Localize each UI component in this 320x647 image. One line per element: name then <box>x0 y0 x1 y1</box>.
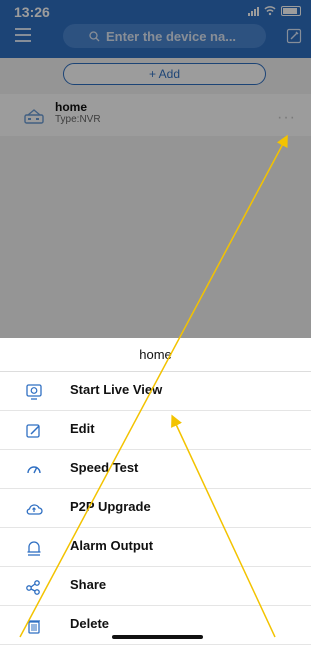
alarm-icon <box>27 541 41 556</box>
speed-test-label: Speed Test <box>70 460 139 475</box>
share-icon <box>26 580 40 595</box>
edit-label: Edit <box>70 421 95 436</box>
delete-label: Delete <box>70 616 110 631</box>
dim-overlay[interactable] <box>0 0 311 338</box>
start-live-view-label: Start Live View <box>70 382 163 397</box>
sheet-title: home <box>139 347 172 362</box>
p2p-upgrade-item[interactable]: P2P Upgrade <box>0 489 311 528</box>
monitor-icon <box>26 384 42 400</box>
speedometer-icon <box>27 466 41 474</box>
home-indicator <box>112 635 203 639</box>
speed-test-item[interactable]: Speed Test <box>0 450 311 489</box>
alarm-output-label: Alarm Output <box>70 538 154 553</box>
p2p-upgrade-label: P2P Upgrade <box>70 499 151 514</box>
share-item[interactable]: Share <box>0 567 311 606</box>
share-label: Share <box>70 577 107 592</box>
cloud-upgrade-icon <box>26 504 43 515</box>
edit-item[interactable]: Edit <box>0 411 311 450</box>
action-sheet: home Start Live View Edit Speed Test P2P… <box>0 338 311 647</box>
start-live-view-item[interactable]: Start Live View <box>0 372 311 411</box>
delete-item[interactable]: Delete <box>0 606 311 645</box>
trash-icon <box>28 620 40 634</box>
alarm-output-item[interactable]: Alarm Output <box>0 528 311 567</box>
edit-icon <box>26 424 40 438</box>
